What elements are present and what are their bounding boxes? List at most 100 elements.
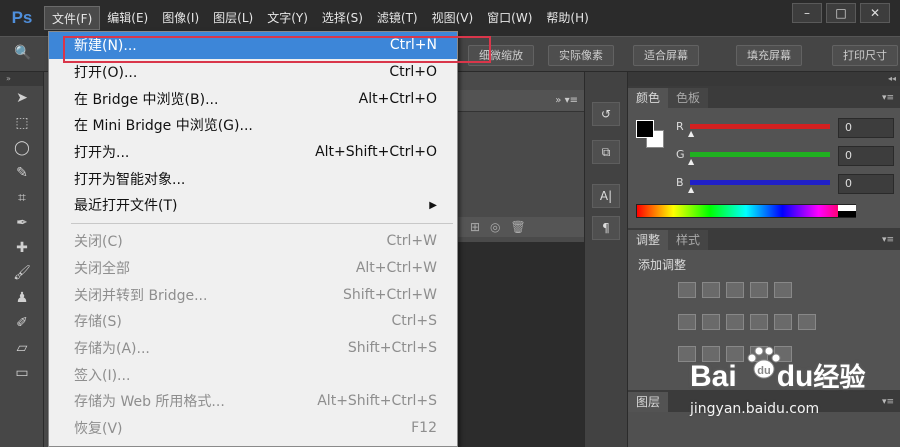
adjustment-icons-row-2 [678, 314, 816, 330]
menu-item-label: 存储为(A)... [74, 340, 150, 357]
green-slider[interactable]: G ▲ 0 [676, 146, 896, 166]
zoom-icon[interactable]: 🔍 [14, 45, 34, 65]
file-menu-item[interactable]: 打开为... Alt+Shift+Ctrl+O [49, 139, 457, 166]
menu-item-9[interactable]: 帮助(H) [539, 6, 595, 30]
eyedropper-tool-icon[interactable]: ✒ [0, 211, 44, 236]
minimize-button[interactable]: – [792, 3, 822, 23]
posterize-icon[interactable] [702, 346, 720, 362]
scrubby-zoom-button[interactable]: 细微缩放 [468, 45, 534, 66]
eraser-tool-icon[interactable]: ▱ [0, 336, 44, 361]
tab-styles[interactable]: 样式 [668, 230, 709, 250]
channel-label: B [676, 176, 684, 189]
hue-saturation-icon[interactable] [678, 314, 696, 330]
menu-item-5[interactable]: 选择(S) [315, 6, 370, 30]
threshold-icon[interactable] [726, 346, 744, 362]
adjustments-panel: 添加调整 [628, 250, 900, 390]
color-spectrum[interactable] [636, 204, 856, 218]
selective-color-icon[interactable] [774, 346, 792, 362]
menu-item-2[interactable]: 图像(I) [155, 6, 206, 30]
file-menu-item[interactable]: 最近打开文件(T) ▶ [49, 192, 457, 219]
fill-screen-button[interactable]: 填充屏幕 [736, 45, 802, 66]
stamp-tool-icon[interactable]: ♟ [0, 286, 44, 311]
panel-collapse-icon[interactable]: ◂◂ [628, 72, 900, 86]
black-white-ramp[interactable] [838, 205, 856, 217]
green-track[interactable] [690, 152, 830, 157]
panel-collapse-icon[interactable]: » ▾≡ [444, 90, 584, 112]
collapse-icon[interactable]: » [0, 72, 43, 86]
menu-item-8[interactable]: 窗口(W) [480, 6, 539, 30]
blue-track[interactable] [690, 180, 830, 185]
tab-color[interactable]: 颜色 [628, 88, 669, 108]
menu-item-6[interactable]: 滤镜(T) [370, 6, 425, 30]
blue-slider[interactable]: B ▲ 0 [676, 174, 896, 194]
red-track[interactable] [690, 124, 830, 129]
photoshop-window: Ps 文件(F) 编辑(E) 图像(I) 图层(L) 文字(Y) 选择(S) 滤镜(T) 视图… [0, 0, 900, 447]
ps-logo: Ps [11, 8, 33, 27]
quick-select-tool-icon[interactable]: ✎ [0, 161, 44, 186]
tab-adjustments[interactable]: 调整 [628, 230, 669, 250]
print-size-button[interactable]: 打印尺寸 [832, 45, 898, 66]
file-menu-item: 关闭(C) Ctrl+W [49, 228, 457, 255]
file-menu-item[interactable]: 在 Bridge 中浏览(B)... Alt+Ctrl+O [49, 85, 457, 112]
fit-screen-button[interactable]: 适合屏幕 [633, 45, 699, 66]
menu-item-label: 新建(N)... [74, 38, 137, 55]
foreground-color-swatch[interactable] [636, 120, 654, 138]
brush-tool-icon[interactable]: 🖌 [0, 261, 44, 286]
file-menu-item: 存储为 Web 所用格式... Alt+Shift+Ctrl+S [49, 388, 457, 415]
slider-thumb-icon[interactable]: ▲ [688, 129, 694, 138]
lasso-tool-icon[interactable]: ◯ [0, 136, 44, 161]
history-brush-tool-icon[interactable]: ✐ [0, 311, 44, 336]
invert-icon[interactable] [678, 346, 696, 362]
maximize-button[interactable]: □ [826, 3, 856, 23]
gradient-tool-icon[interactable]: ▭ [0, 361, 44, 386]
levels-icon[interactable] [702, 282, 720, 298]
photo-filter-icon[interactable] [750, 314, 768, 330]
panel-menu-icon[interactable]: ▾≡ [882, 230, 900, 250]
close-button[interactable]: ✕ [860, 3, 890, 23]
slider-thumb-icon[interactable]: ▲ [688, 157, 694, 166]
red-value-field[interactable]: 0 [838, 118, 894, 138]
channel-mixer-icon[interactable] [774, 314, 792, 330]
menu-item-3[interactable]: 图层(L) [206, 6, 260, 30]
file-menu-item: 恢复(V) F12 [49, 415, 457, 442]
black-white-icon[interactable] [726, 314, 744, 330]
file-menu-items: 新建(N)... Ctrl+N 打开(O)... Ctrl+O 在 Bridge 中浏览… [49, 32, 457, 441]
color-lookup-icon[interactable] [798, 314, 816, 330]
info-icon[interactable]: ⧉ [592, 140, 620, 164]
blue-value-field[interactable]: 0 [838, 174, 894, 194]
red-slider[interactable]: R ▲ 0 [676, 118, 896, 138]
brightness-icon[interactable] [678, 282, 696, 298]
move-tool-icon[interactable]: ➤ [0, 86, 44, 111]
panel-menu-icon[interactable]: ▾≡ [882, 392, 900, 412]
tab-swatches[interactable]: 色板 [668, 88, 709, 108]
file-menu-item[interactable]: 打开(O)... Ctrl+O [49, 59, 457, 86]
menu-item-label: 存储(S) [74, 314, 122, 331]
menu-item-7[interactable]: 视图(V) [425, 6, 481, 30]
paragraph-icon[interactable]: ¶ [592, 216, 620, 240]
panel-footer-icons: ⊞◎🗑 [454, 217, 584, 237]
history-icon[interactable]: ↺ [592, 102, 620, 126]
adjustments-panel-tabs: 调整 样式 ▾≡ [628, 228, 900, 250]
slider-thumb-icon[interactable]: ▲ [688, 185, 694, 194]
healing-tool-icon[interactable]: ✚ [0, 236, 44, 261]
panel-menu-icon[interactable]: ▾≡ [882, 88, 900, 108]
menu-item-0[interactable]: 文件(F) [44, 6, 101, 30]
menu-item-1[interactable]: 编辑(E) [100, 6, 155, 30]
file-menu-item[interactable]: 打开为智能对象... [49, 165, 457, 192]
character-icon[interactable]: A| [592, 184, 620, 208]
marquee-tool-icon[interactable]: ⬚ [0, 111, 44, 136]
menu-item-label: 恢复(V) [74, 420, 123, 437]
actual-pixels-button[interactable]: 实际像素 [548, 45, 614, 66]
file-menu-item[interactable]: 在 Mini Bridge 中浏览(G)... [49, 112, 457, 139]
crop-tool-icon[interactable]: ⌗ [0, 186, 44, 211]
vibrance-icon[interactable] [774, 282, 792, 298]
gradient-map-icon[interactable] [750, 346, 768, 362]
right-panels: ◂◂ 颜色 色板 ▾≡ R ▲ 0 G ▲ 0 B ▲ 0 调整 样式 ▾≡ 添… [628, 72, 900, 447]
tab-layers[interactable]: 图层 [628, 392, 669, 412]
green-value-field[interactable]: 0 [838, 146, 894, 166]
file-menu-item[interactable]: 新建(N)... Ctrl+N [49, 32, 457, 59]
menu-item-4[interactable]: 文字(Y) [260, 6, 315, 30]
curves-icon[interactable] [726, 282, 744, 298]
exposure-icon[interactable] [750, 282, 768, 298]
color-balance-icon[interactable] [702, 314, 720, 330]
